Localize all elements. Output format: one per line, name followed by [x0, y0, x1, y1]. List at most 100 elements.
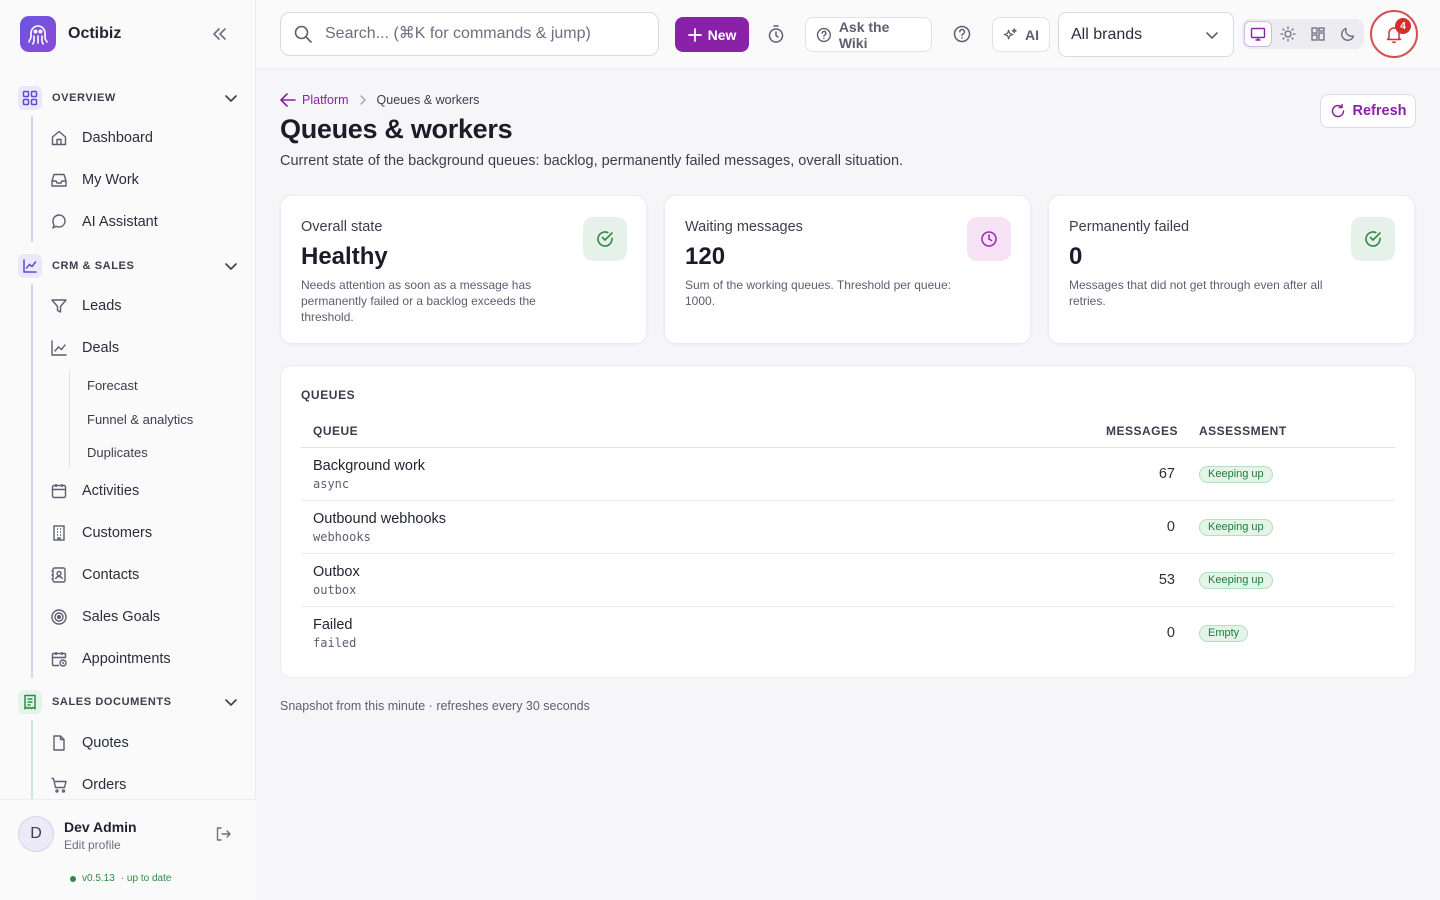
refresh-label: Refresh — [1352, 103, 1407, 119]
search-input[interactable] — [325, 25, 645, 43]
new-button-label: New — [707, 26, 737, 43]
search-box[interactable] — [280, 12, 659, 56]
calendar-clock-icon — [51, 652, 67, 667]
sidebar-subitem-forecast[interactable]: Forecast — [87, 378, 138, 393]
section-overview[interactable]: OVERVIEW — [18, 85, 240, 111]
snapshot-footnote: Snapshot from this minute · refreshes ev… — [280, 699, 590, 713]
check-circle-icon — [583, 217, 627, 261]
breadcrumb: Platform Queues & workers — [280, 93, 479, 107]
section-label: CRM & SALES — [52, 260, 135, 272]
sidebar-item-label: Leads — [82, 298, 122, 314]
queue-code: async — [313, 477, 350, 491]
calendar-icon — [51, 484, 67, 499]
queue-name: Failed — [313, 617, 353, 633]
table-row[interactable]: Failed failed 0 Empty — [301, 607, 1395, 660]
page-title: Queues & workers — [280, 114, 513, 144]
queue-message-count: 0 — [1166, 625, 1175, 641]
chat-bot-icon — [52, 214, 66, 229]
brand[interactable]: Octibiz — [20, 16, 121, 52]
sidebar-item-sales-goals[interactable]: Sales Goals — [50, 605, 160, 629]
queue-name: Outbox — [313, 564, 360, 580]
sidebar-item-ai-assistant[interactable]: AI Assistant — [50, 210, 158, 234]
permanently-failed-card: Permanently failed 0 Messages that did n… — [1048, 195, 1415, 344]
ask-wiki-label: Ask the Wiki — [838, 18, 890, 51]
grid-icon — [18, 86, 42, 110]
sidebar-item-label: Appointments — [82, 651, 171, 667]
ask-wiki-button[interactable]: Ask the Wiki — [805, 17, 932, 52]
sidebar-item-leads[interactable]: Leads — [50, 294, 122, 318]
sidebar-item-orders[interactable]: Orders — [50, 773, 126, 797]
card-value: 120 — [685, 243, 726, 270]
user-panel: D Dev Admin Edit profile v0.5.13 · up to… — [0, 799, 256, 900]
moon-icon[interactable] — [1334, 21, 1362, 47]
theme-switcher — [1242, 19, 1364, 49]
timer-icon[interactable] — [765, 23, 787, 45]
table-row[interactable]: Outbound webhooks webhooks 0 Keeping up — [301, 501, 1395, 554]
topbar: New Ask the Wiki AI All brands 4 — [256, 0, 1440, 69]
sidebar-subitem-duplicates[interactable]: Duplicates — [87, 445, 148, 460]
card-label: Permanently failed — [1069, 219, 1190, 235]
sun-icon[interactable] — [1274, 21, 1302, 47]
chevron-down-icon — [225, 263, 237, 271]
queue-message-count: 0 — [1166, 519, 1175, 535]
avatar[interactable]: D — [18, 816, 54, 852]
arrow-left-icon — [280, 93, 296, 107]
sidebar-item-contacts[interactable]: Contacts — [50, 563, 139, 587]
section-crm-sales[interactable]: CRM & SALES — [18, 253, 240, 279]
new-button[interactable]: New — [675, 17, 749, 52]
clock-icon — [967, 217, 1011, 261]
sidebar-item-dashboard[interactable]: Dashboard — [50, 126, 153, 150]
sidebar: Octibiz OVERVIEW Dashboard My Work AI As… — [0, 0, 256, 900]
notification-count-badge: 4 — [1395, 18, 1411, 34]
breadcrumb-parent-link[interactable]: Platform — [280, 93, 349, 107]
section-sales-documents[interactable]: SALES DOCUMENTS — [18, 689, 240, 715]
monitor-icon[interactable] — [1244, 21, 1272, 47]
chevron-right-icon — [359, 95, 366, 105]
section-line — [31, 720, 33, 800]
sidebar-item-customers[interactable]: Customers — [50, 521, 152, 545]
building-icon — [53, 525, 65, 541]
status-badge: Empty — [1199, 625, 1249, 642]
queue-code: outbox — [313, 583, 357, 597]
layout-grid-icon[interactable] — [1304, 21, 1332, 47]
chevron-down-icon — [225, 699, 237, 707]
ai-button[interactable]: AI — [992, 17, 1050, 52]
sidebar-item-label: Activities — [82, 483, 140, 499]
queue-name: Outbound webhooks — [313, 511, 447, 527]
section-label: SALES DOCUMENTS — [52, 696, 172, 708]
sidebar-item-label: Orders — [82, 777, 127, 793]
column-header-queue: QUEUE — [313, 424, 359, 438]
refresh-button[interactable]: Refresh — [1320, 94, 1416, 128]
card-value: 0 — [1069, 243, 1083, 270]
home-icon — [51, 130, 67, 146]
sidebar-item-deals[interactable]: Deals — [50, 336, 119, 360]
sidebar-item-appointments[interactable]: Appointments — [50, 647, 171, 671]
sidebar-item-label: My Work — [82, 172, 139, 188]
collapse-sidebar-icon[interactable] — [208, 24, 230, 44]
notifications-button[interactable]: 4 — [1370, 10, 1418, 58]
card-note: Sum of the working queues. Threshold per… — [685, 278, 951, 308]
card-note: Needs attention as soon as a message has… — [301, 278, 536, 324]
sidebar-item-label: AI Assistant — [82, 214, 158, 230]
sidebar-subitem-funnel-analytics[interactable]: Funnel & analytics — [87, 412, 193, 427]
status-badge: Keeping up — [1199, 519, 1273, 536]
brand-select-value: All brands — [1071, 25, 1143, 43]
sidebar-item-label: Customers — [82, 525, 153, 541]
card-note: Messages that did not get through even a… — [1069, 278, 1323, 308]
logout-icon[interactable] — [214, 825, 232, 843]
brand-select[interactable]: All brands — [1058, 12, 1234, 57]
edit-profile-link[interactable]: Edit profile — [64, 838, 121, 852]
card-label: Overall state — [301, 219, 383, 235]
sidebar-item-quotes[interactable]: Quotes — [50, 731, 129, 755]
help-icon[interactable] — [951, 23, 973, 45]
chevron-down-icon — [225, 95, 237, 103]
sidebar-item-my-work[interactable]: My Work — [50, 168, 139, 192]
waiting-messages-card: Waiting messages 120 Sum of the working … — [664, 195, 1031, 344]
sidebar-item-activities[interactable]: Activities — [50, 479, 139, 503]
section-line — [31, 284, 33, 678]
column-header-assessment: ASSESSMENT — [1199, 424, 1287, 438]
table-row[interactable]: Background work async 67 Keeping up — [301, 448, 1395, 501]
sidebar-item-label: Dashboard — [82, 130, 153, 146]
help-circle-icon — [816, 27, 832, 42]
table-row[interactable]: Outbox outbox 53 Keeping up — [301, 554, 1395, 607]
